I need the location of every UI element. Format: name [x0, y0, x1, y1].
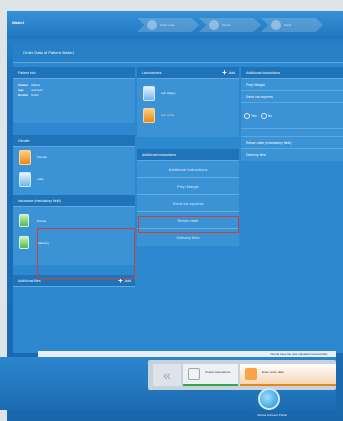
connect-portal-button[interactable]	[258, 388, 280, 410]
step-icon	[147, 20, 157, 30]
instruction-buttons: Additional instructions Prep Margin Send…	[137, 161, 239, 246]
return-date-field[interactable]: Return date (mandatory field)	[241, 137, 343, 149]
return-date-highlight	[138, 216, 239, 233]
send-express-button[interactable]: Send via express	[137, 195, 239, 212]
prep-margin-button[interactable]: Prep Margin	[137, 178, 239, 195]
step-icon	[209, 20, 219, 30]
express-choice: Yes No	[241, 103, 343, 129]
laboratory-item[interactable]: Lab Smile	[137, 105, 239, 127]
laboratory-item[interactable]: Lab Happy	[137, 83, 239, 105]
private-insurance-icon	[19, 214, 29, 227]
insurance-header: Insurance (mandatory field)	[13, 195, 135, 207]
app-title: Wake1	[12, 20, 25, 25]
additional-instructions-header: Additional instructions	[241, 67, 343, 79]
back-button[interactable]: «	[153, 364, 181, 386]
gender-female-option[interactable]: Female	[13, 147, 135, 169]
step-check[interactable]: Check	[199, 18, 261, 32]
delivery-time-field[interactable]: Delivery time	[241, 149, 343, 161]
step-icon	[271, 20, 281, 30]
gender-header: Gender	[13, 135, 135, 147]
additional-instructions-form: Prep Margin Send via express Yes No Retu…	[241, 79, 343, 161]
no-radio[interactable]	[260, 113, 267, 120]
workflow-steps: Order data Check Send	[137, 14, 343, 36]
male-icon	[19, 172, 31, 187]
plus-icon: +	[222, 68, 227, 78]
check-restorations-step[interactable]: Check restorations	[183, 364, 238, 386]
lab-icon	[143, 86, 155, 101]
panel-title: Order Data of Patient Wake1	[23, 50, 75, 55]
step-order-data[interactable]: Order data	[137, 18, 199, 32]
additional-instructions-button[interactable]: Additional instructions	[137, 161, 239, 178]
add-laboratory-button[interactable]: + Add	[222, 68, 235, 78]
laboratories-header: Laboratories + Add	[137, 67, 239, 79]
enter-order-data-step[interactable]: Enter order data	[240, 364, 336, 386]
prep-margin-field[interactable]: Prep Margin	[241, 79, 343, 91]
patient-info-header: Patient info	[13, 67, 135, 79]
right-column: Additional instructions Prep Margin Send…	[241, 67, 343, 161]
patient-row: Dentist Smith	[18, 93, 39, 97]
insurance-highlight	[37, 228, 135, 279]
patient-info: Patient Wake1 Age unknown Dentist Smith	[13, 79, 135, 123]
panel-title-bar: Order Data of Patient Wake1	[13, 43, 343, 63]
connect-portal-label: Sirona Connect Portal	[257, 413, 287, 417]
yes-radio[interactable]	[244, 113, 250, 120]
order-data-panel: Order Data of Patient Wake1 Patient info…	[13, 43, 343, 353]
lab-icon	[143, 108, 155, 123]
step-send[interactable]: Send	[261, 18, 323, 32]
top-bar: Wake1 Order data Check Send	[7, 11, 343, 39]
send-express-label: Send via express	[241, 91, 343, 103]
female-icon	[19, 150, 31, 165]
gender-options: Female male	[13, 147, 135, 195]
statutory-insurance-icon	[19, 236, 29, 249]
instructions-header: Additional instructions	[137, 149, 239, 161]
check-icon	[188, 368, 200, 380]
order-data-icon	[245, 368, 257, 380]
gender-male-option[interactable]: male	[13, 169, 135, 191]
laboratory-list: Lab Happy Lab Smile	[137, 79, 239, 137]
